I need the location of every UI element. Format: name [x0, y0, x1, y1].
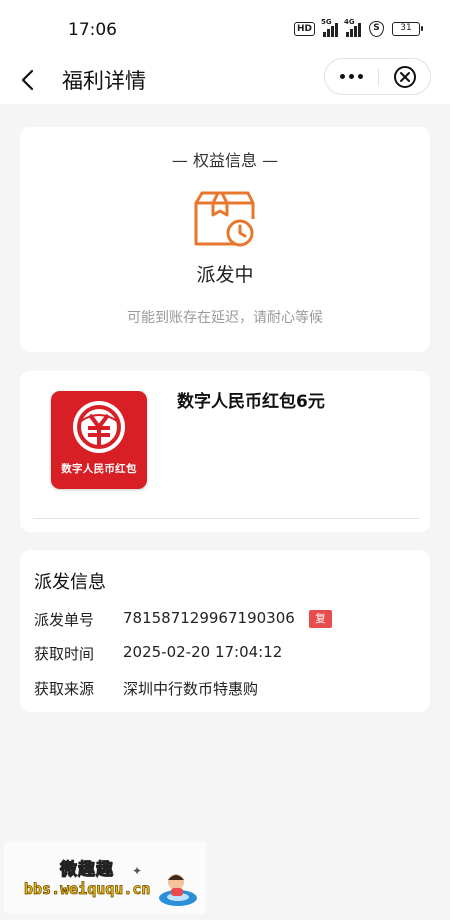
nav-bar: 福利详情 [0, 58, 450, 104]
hd-icon: HD [293, 22, 315, 36]
dispatch-info-card: 派发信息 派发单号 781587129967190306 复制 获取时间 202… [20, 550, 430, 712]
more-dots-icon [340, 74, 345, 79]
signal-5g-icon: 5G [321, 18, 338, 37]
dispatch-status: 派发中 [196, 264, 254, 286]
signal-4g-icon: 4G [344, 18, 361, 37]
benefit-info-card: — 权益信息 — 派发中 可能到账存在延迟，请耐心等候 [20, 127, 430, 352]
order-number-label: 派发单号 [34, 611, 95, 629]
acquire-source-label: 获取来源 [34, 680, 95, 698]
close-button[interactable] [379, 59, 431, 94]
copy-button[interactable]: 复制 [309, 610, 332, 643]
order-number-value: 781587129967190306 [123, 609, 295, 627]
battery-icon: 31 [392, 22, 423, 36]
section-header: — 权益信息 — [171, 151, 279, 170]
product-card: 数字人民币红包 数字人民币红包6元 [20, 371, 430, 532]
shield-icon: S [369, 21, 384, 37]
digital-rmb-emblem-icon [73, 401, 125, 453]
watermark-url: bbs.weiququ.cn [24, 880, 151, 899]
acquire-time-value: 2025-02-20 17:04:12 [123, 643, 283, 661]
more-button[interactable] [325, 59, 378, 94]
watermark-title: 微趣趣 [60, 860, 114, 881]
chevron-left-icon [21, 69, 34, 91]
watermark-sparkle-icon: ✦ [132, 864, 143, 878]
product-image: 数字人民币红包 [51, 391, 147, 489]
product-title: 数字人民币红包6元 [177, 392, 325, 412]
swimmer-mascot-icon [159, 874, 197, 906]
status-hint: 可能到账存在延迟，请耐心等候 [127, 310, 323, 326]
status-time: 17:06 [68, 20, 117, 40]
dispatch-info-title: 派发信息 [34, 572, 106, 593]
back-button[interactable] [14, 62, 42, 98]
mini-program-capsule [324, 58, 431, 95]
product-image-label: 数字人民币红包 [61, 463, 137, 475]
status-bar: 17:06 HD 5G 4G S 31 [0, 0, 450, 58]
page-title: 福利详情 [62, 69, 146, 93]
status-icons: HD 5G 4G S 31 [293, 18, 423, 37]
acquire-time-label: 获取时间 [34, 645, 95, 663]
watermark: 微趣趣 ✦ bbs.weiququ.cn [4, 842, 206, 914]
divider [33, 518, 420, 519]
acquire-source-value: 深圳中行数币特惠购 [123, 680, 259, 698]
close-circle-icon [394, 65, 416, 88]
package-clock-icon [194, 191, 255, 247]
